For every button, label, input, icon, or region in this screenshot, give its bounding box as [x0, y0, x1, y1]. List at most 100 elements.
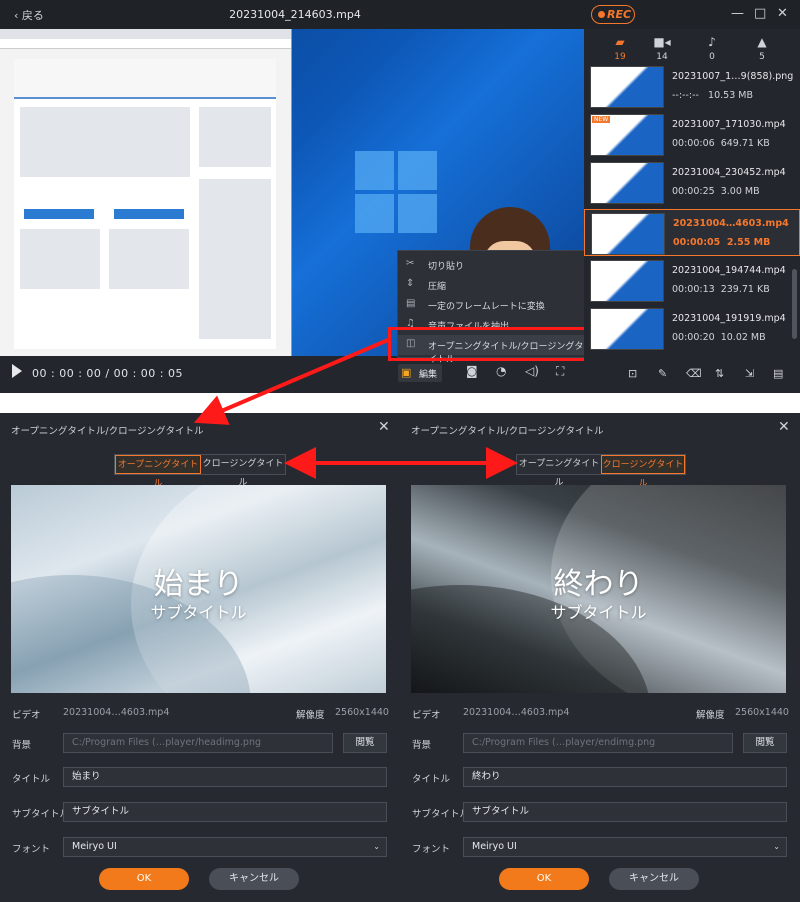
resolution-value: 2560x1440 — [335, 707, 389, 718]
play-icon[interactable] — [12, 364, 22, 378]
title-preview: 終わり サブタイトル — [411, 485, 786, 693]
folders-icon[interactable]: ▤ — [773, 367, 783, 380]
menu-item-framerate[interactable]: ▤ 一定のフレームレートに変換 — [398, 295, 590, 315]
dialog-title: オープニングタイトル/クロージングタイトル — [411, 426, 604, 437]
preview-title-text: 始まり — [153, 567, 244, 602]
title-label: タイトル — [412, 774, 451, 785]
browse-button[interactable]: 閲覧 — [743, 733, 787, 753]
font-label: フォント — [412, 844, 451, 855]
opening-title-dialog: オープニングタイトル/クロージングタイトル ✕ オープニングタイトル クロージン… — [0, 413, 400, 902]
close-icon[interactable]: ✕ — [378, 419, 390, 435]
scissors-icon: ✂ — [406, 258, 415, 269]
video-label: ビデオ — [412, 710, 441, 721]
browser-screenshot-image — [0, 29, 292, 356]
time-display: 00 : 00 : 00 / 00 : 00 : 05 — [32, 367, 183, 380]
font-label: フォント — [12, 844, 51, 855]
resolution-label: 解像度 — [296, 710, 325, 721]
image-icon: ▲ — [757, 35, 767, 49]
fullscreen-icon[interactable]: ⛶ — [556, 364, 564, 379]
title-tab-switch: オープニングタイトル クロージングタイトル — [516, 454, 686, 489]
minimize-icon[interactable]: — — [731, 6, 744, 21]
ok-button[interactable]: OK — [99, 868, 189, 890]
resolution-value: 2560x1440 — [735, 707, 789, 718]
category-audio[interactable]: ♪ 0 — [692, 35, 732, 62]
camera-icon[interactable]: ◙ — [466, 364, 478, 378]
title-tab-switch: オープニングタイトル クロージングタイトル — [114, 454, 286, 489]
framerate-icon: ▤ — [406, 298, 416, 309]
subtitle-input[interactable]: サブタイトル — [463, 802, 787, 822]
file-meta: 00:00:25 3.00 MB — [672, 186, 760, 197]
cancel-button[interactable]: キャンセル — [609, 868, 699, 890]
title-label: タイトル — [12, 774, 51, 785]
compress-icon: ⇕ — [406, 278, 415, 289]
ok-button[interactable]: OK — [499, 868, 589, 890]
file-thumbnail — [591, 213, 665, 255]
open-folder-icon[interactable]: ⊡ — [628, 367, 637, 380]
windows-logo-image — [355, 151, 437, 233]
file-thumbnail — [590, 162, 664, 204]
tab-opening-title[interactable]: オープニングタイトル — [517, 455, 601, 488]
maximize-icon[interactable]: □ — [754, 6, 766, 21]
file-item[interactable]: NEW 20231007_171030.mp4 00:00:06 649.71 … — [584, 111, 800, 158]
rename-icon[interactable]: ✎ — [658, 367, 667, 380]
video-label: ビデオ — [12, 710, 41, 721]
folder-icon: ▰ — [615, 35, 625, 49]
speed-icon[interactable]: ◔ — [496, 364, 506, 378]
file-sidebar: ▰ 19 ■◂ 14 ♪ 0 ▲ 5 20231007_1…9(858).png… — [584, 29, 800, 393]
browse-button[interactable]: 閲覧 — [343, 733, 387, 753]
delete-icon[interactable]: ⌫ — [686, 367, 702, 380]
file-item[interactable]: 20231004_230452.mp4 00:00:25 3.00 MB — [584, 159, 800, 206]
video-value: 20231004…4603.mp4 — [63, 707, 170, 718]
import-icon[interactable]: ⇲ — [745, 367, 754, 380]
menu-item-cut[interactable]: ✂ 切り貼り — [398, 255, 590, 275]
menu-item-compress[interactable]: ⇕ 圧縮 — [398, 275, 590, 295]
film-icon: ▣ — [401, 366, 412, 379]
subtitle-input[interactable]: サブタイトル — [63, 802, 387, 822]
tab-opening-title[interactable]: オープニングタイトル — [115, 455, 201, 489]
file-item-selected[interactable]: 20231004…4603.mp4 00:00:05 2.55 MB — [584, 209, 800, 256]
title-input[interactable]: 始まり — [63, 767, 387, 787]
file-item[interactable]: 20231004_191919.mp4 00:00:20 10.02 MB — [584, 305, 800, 352]
category-all[interactable]: ▰ 19 — [600, 35, 640, 62]
edit-button[interactable]: ▣ 編集 — [398, 364, 442, 382]
tab-closing-title[interactable]: クロージングタイトル — [601, 455, 685, 489]
file-meta: 00:00:20 10.02 MB — [672, 332, 766, 343]
background-path-field[interactable]: C:/Program Files (…player/endimg.png — [463, 733, 733, 753]
font-select[interactable]: Meiryo UI ⌄ — [463, 837, 787, 857]
cancel-button[interactable]: キャンセル — [209, 868, 299, 890]
preview-subtitle-text: サブタイトル — [550, 603, 647, 622]
category-video[interactable]: ■◂ 14 — [642, 35, 682, 62]
rec-label: REC — [607, 8, 632, 21]
font-select[interactable]: Meiryo UI ⌄ — [63, 837, 387, 857]
category-image[interactable]: ▲ 5 — [742, 35, 782, 62]
title-input[interactable]: 終わり — [463, 767, 787, 787]
closing-title-dialog: オープニングタイトル/クロージングタイトル ✕ オープニングタイトル クロージン… — [400, 413, 800, 902]
highlight-box — [388, 327, 599, 361]
title-bar: ‹ 戻る 20231004_214603.mp4 REC — □ ✕ — [0, 0, 800, 29]
new-badge: NEW — [592, 116, 611, 123]
preview-subtitle-text: サブタイトル — [150, 603, 247, 622]
video-value: 20231004…4603.mp4 — [463, 707, 570, 718]
record-dot-icon — [598, 11, 605, 18]
file-thumbnail: NEW — [590, 114, 664, 156]
file-item[interactable]: 20231007_1…9(858).png --:--:-- 10.53 MB — [584, 63, 800, 110]
file-thumbnail — [590, 66, 664, 108]
volume-icon[interactable]: ◁) — [525, 364, 539, 378]
file-meta: 00:00:06 649.71 KB — [672, 138, 770, 149]
tab-closing-title[interactable]: クロージングタイトル — [201, 455, 285, 488]
file-thumbnail — [590, 308, 664, 350]
subtitle-label: サブタイトル — [12, 809, 70, 820]
rec-button[interactable]: REC — [591, 5, 635, 24]
player-window: ‹ 戻る 20231004_214603.mp4 REC — □ ✕ ✂ 切り貼… — [0, 0, 800, 393]
preview-title-text: 終わり — [553, 567, 644, 602]
sort-icon[interactable]: ⇅ — [715, 367, 724, 380]
close-icon[interactable]: ✕ — [778, 419, 790, 435]
file-meta: 00:00:13 239.71 KB — [672, 284, 770, 295]
close-icon[interactable]: ✕ — [777, 6, 788, 21]
audio-icon: ♪ — [708, 35, 716, 49]
sidebar-scrollbar[interactable] — [792, 269, 797, 339]
resolution-label: 解像度 — [696, 710, 725, 721]
background-path-field[interactable]: C:/Program Files (…player/headimg.png — [63, 733, 333, 753]
file-item[interactable]: 20231004_194744.mp4 00:00:13 239.71 KB — [584, 257, 800, 304]
dialog-title: オープニングタイトル/クロージングタイトル — [11, 426, 204, 437]
